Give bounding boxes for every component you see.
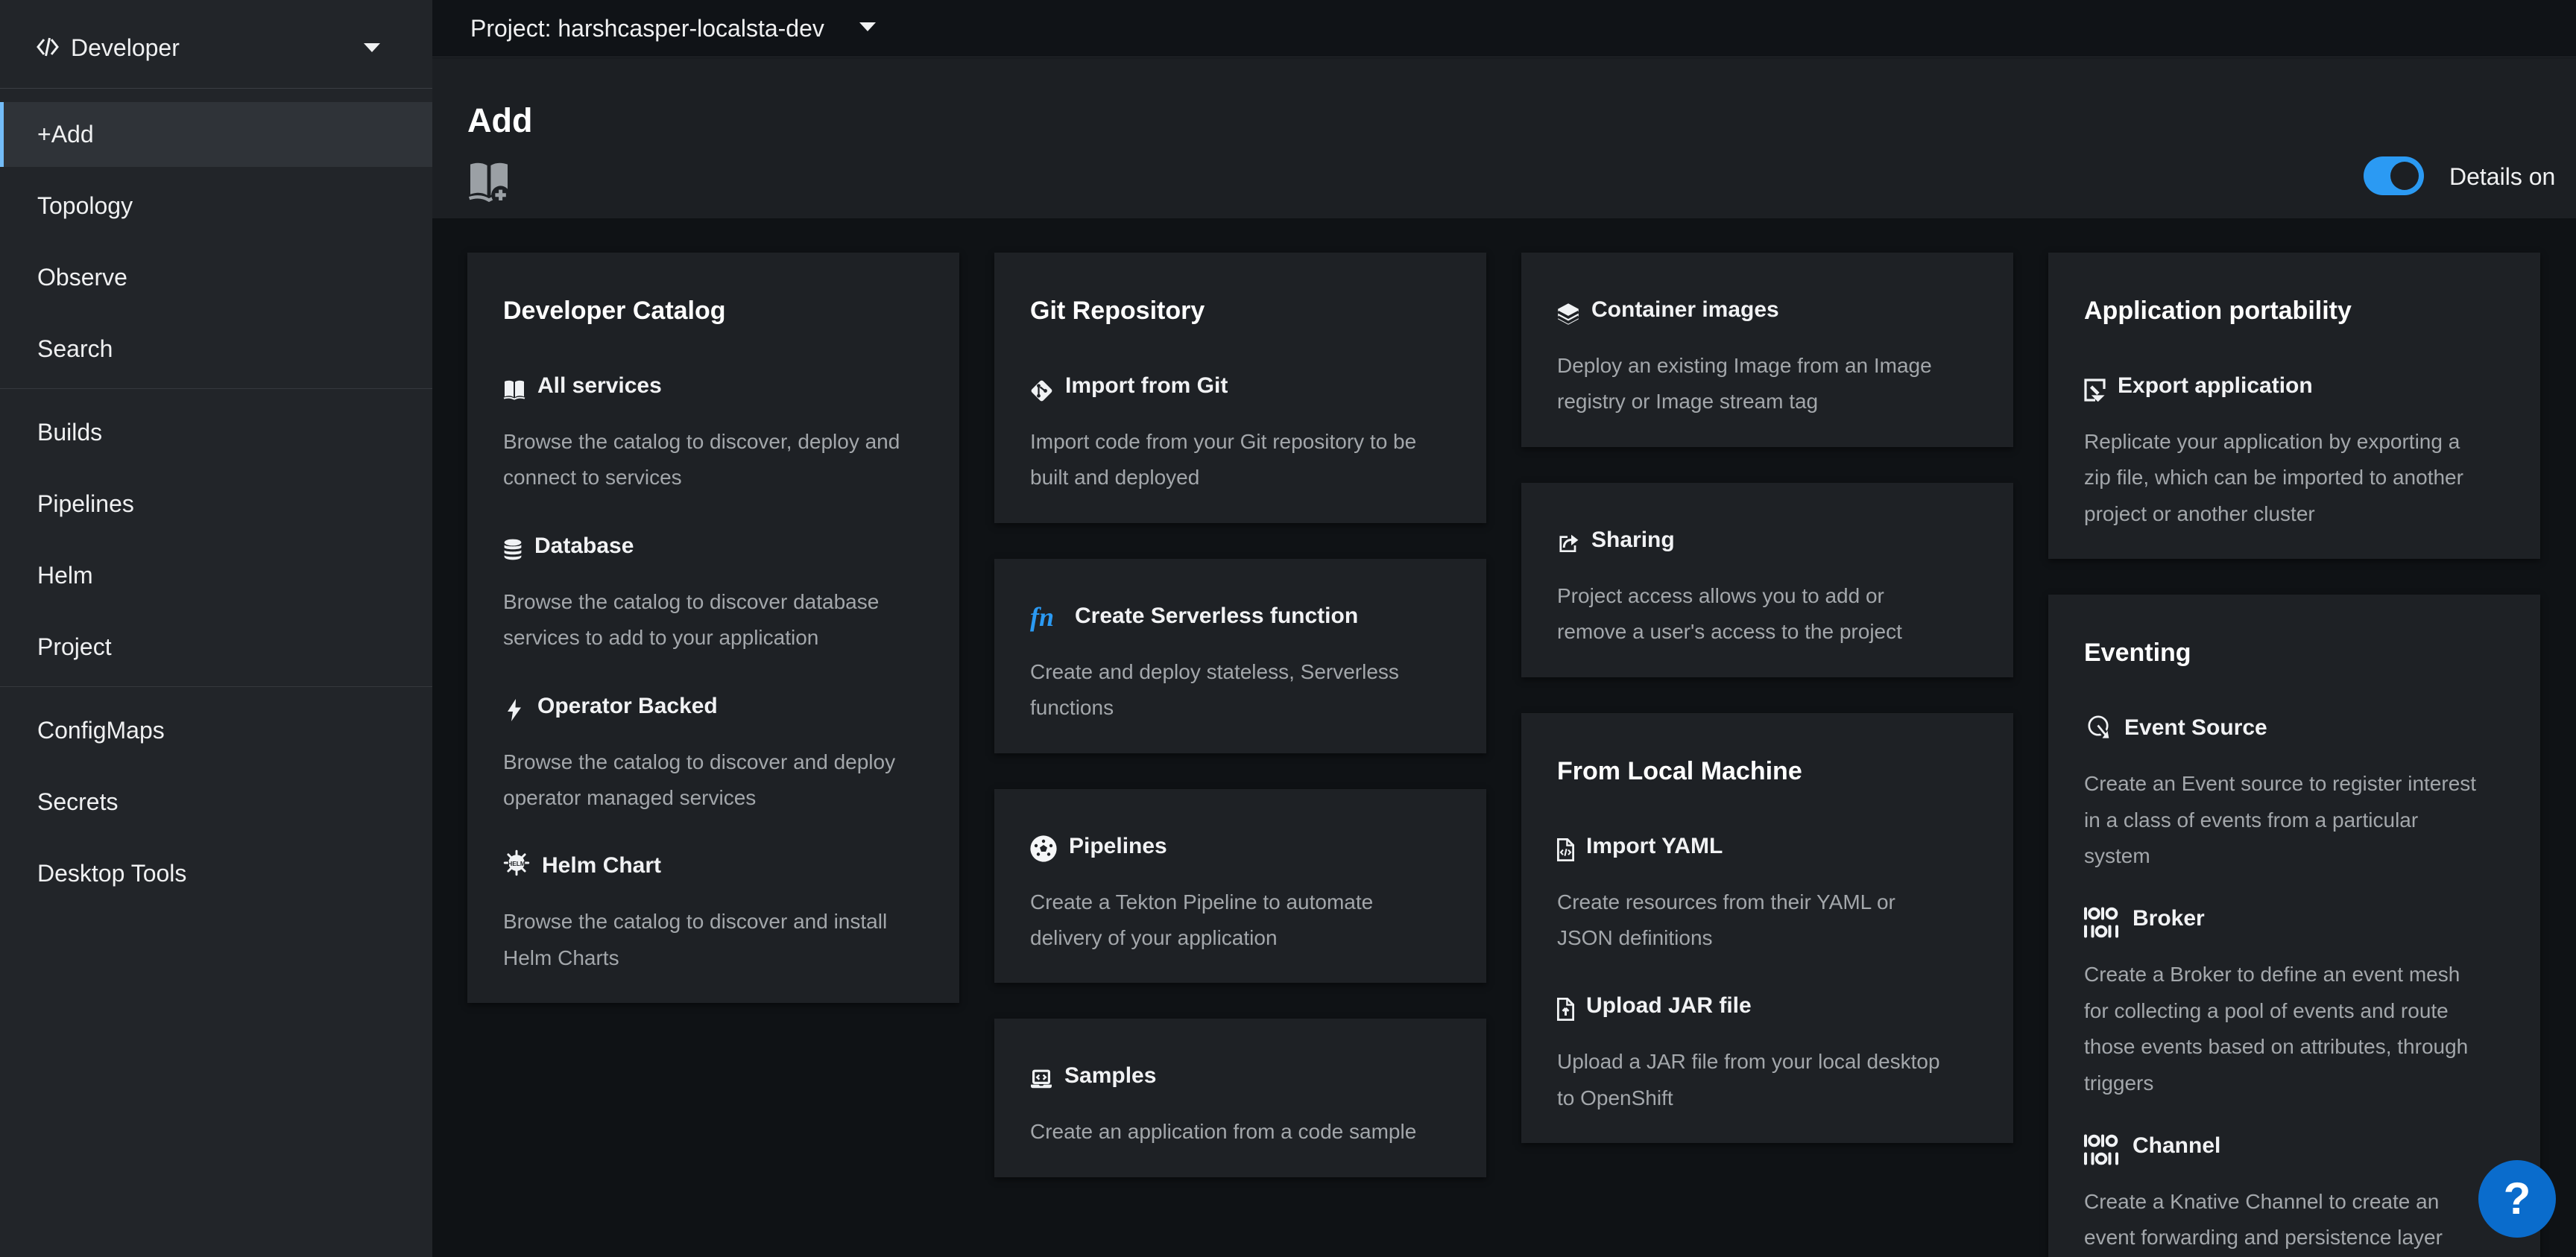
svg-text:HELM: HELM: [508, 860, 525, 867]
